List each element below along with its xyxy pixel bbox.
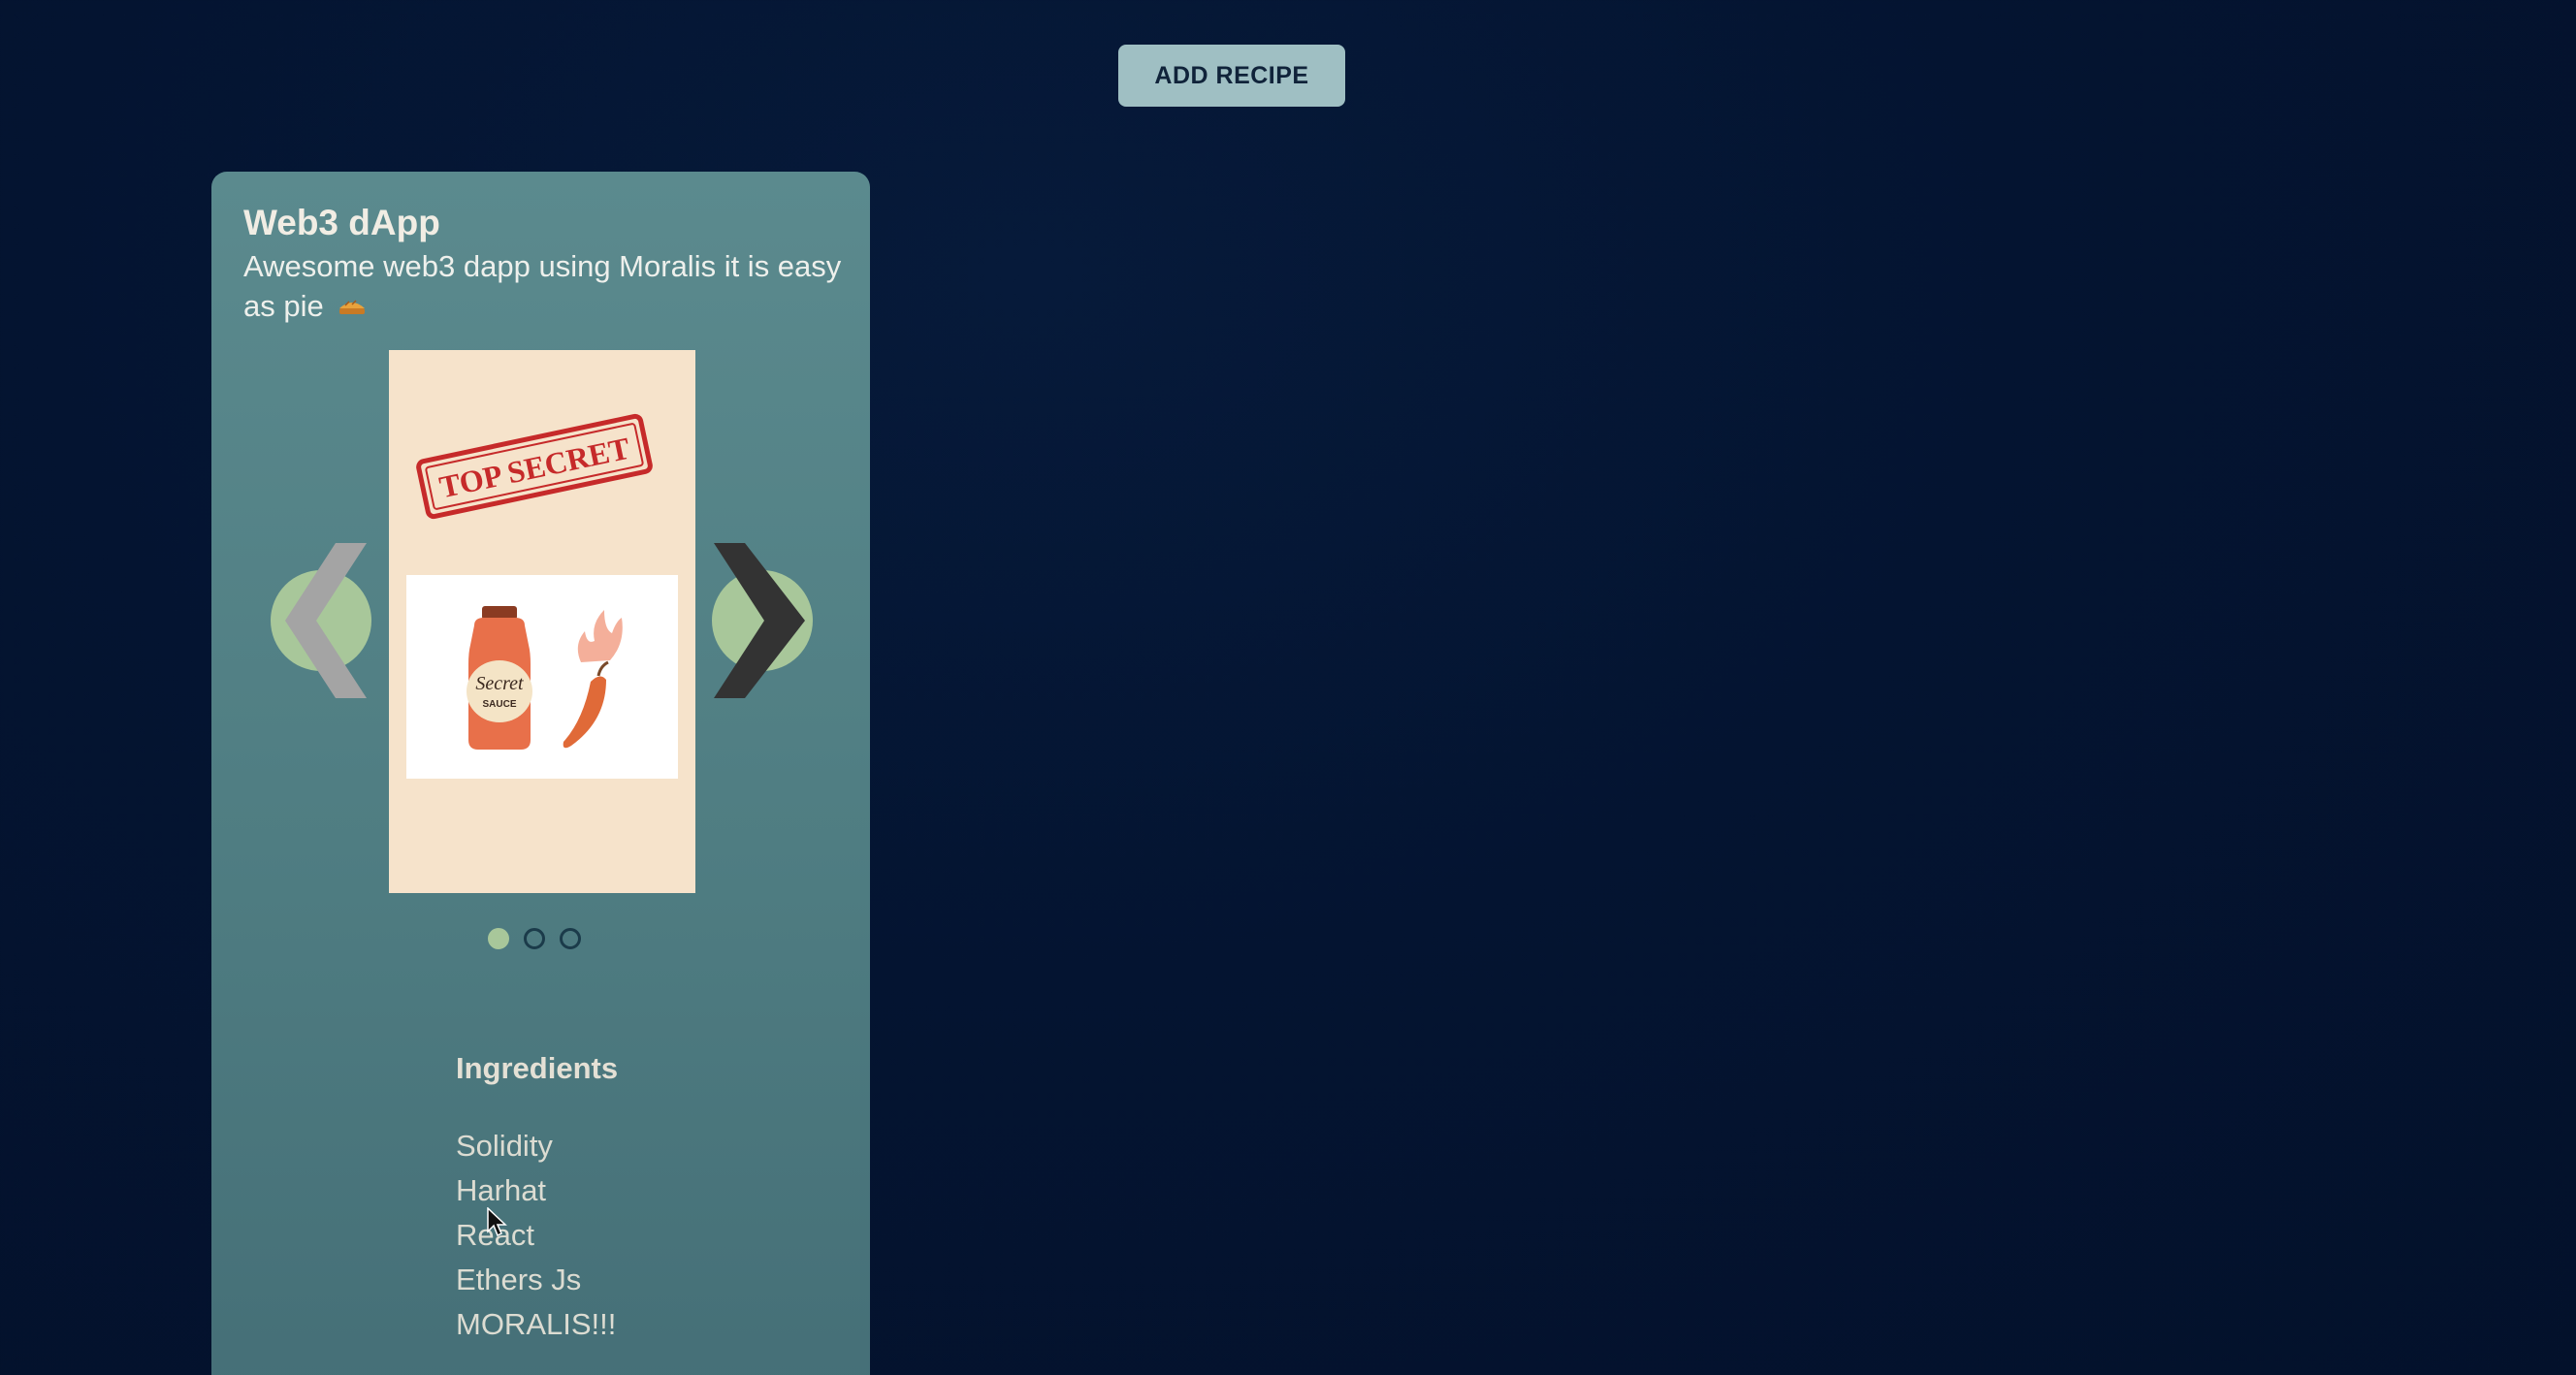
ingredient-item: Ethers Js [456, 1263, 582, 1296]
ingredients-heading: Ingredients [456, 1051, 619, 1085]
carousel-dots [488, 928, 581, 949]
secret-sauce-illustration: Secret SAUCE [406, 575, 678, 779]
recipe-title: Web3 dApp [243, 203, 440, 242]
carousel-dot-2[interactable] [524, 928, 545, 949]
pie-icon [338, 288, 367, 328]
carousel-prev-button[interactable] [268, 543, 374, 698]
svg-text:Secret: Secret [475, 673, 524, 694]
recipe-description-wrapper: Awesome web3 dapp using Moralis it is ea… [243, 246, 845, 328]
recipe-card: Web3 dApp Awesome web3 dapp using Morali… [211, 172, 870, 1375]
ingredient-item: Harhat [456, 1173, 547, 1207]
add-recipe-button[interactable]: ADD RECIPE [1118, 45, 1345, 107]
chevron-right-icon [712, 543, 813, 698]
carousel-next-button[interactable] [712, 543, 819, 698]
ingredient-item: React [456, 1218, 534, 1252]
recipe-description: Awesome web3 dapp using Moralis it is ea… [243, 249, 842, 323]
chevron-left-icon [271, 543, 371, 698]
mouse-cursor-icon [487, 1207, 507, 1237]
svg-text:SAUCE: SAUCE [482, 699, 516, 710]
carousel-dot-1[interactable] [488, 928, 509, 949]
carousel-slide: TOP SECRET Secret SAUCE [389, 350, 695, 893]
ingredients-list: Solidity Harhat React Ethers Js MORALIS!… [456, 1124, 616, 1347]
ingredient-item: Solidity [456, 1129, 553, 1163]
top-secret-stamp: TOP SECRET [416, 413, 653, 520]
ingredient-item: MORALIS!!! [456, 1307, 617, 1341]
carousel-dot-3[interactable] [560, 928, 581, 949]
